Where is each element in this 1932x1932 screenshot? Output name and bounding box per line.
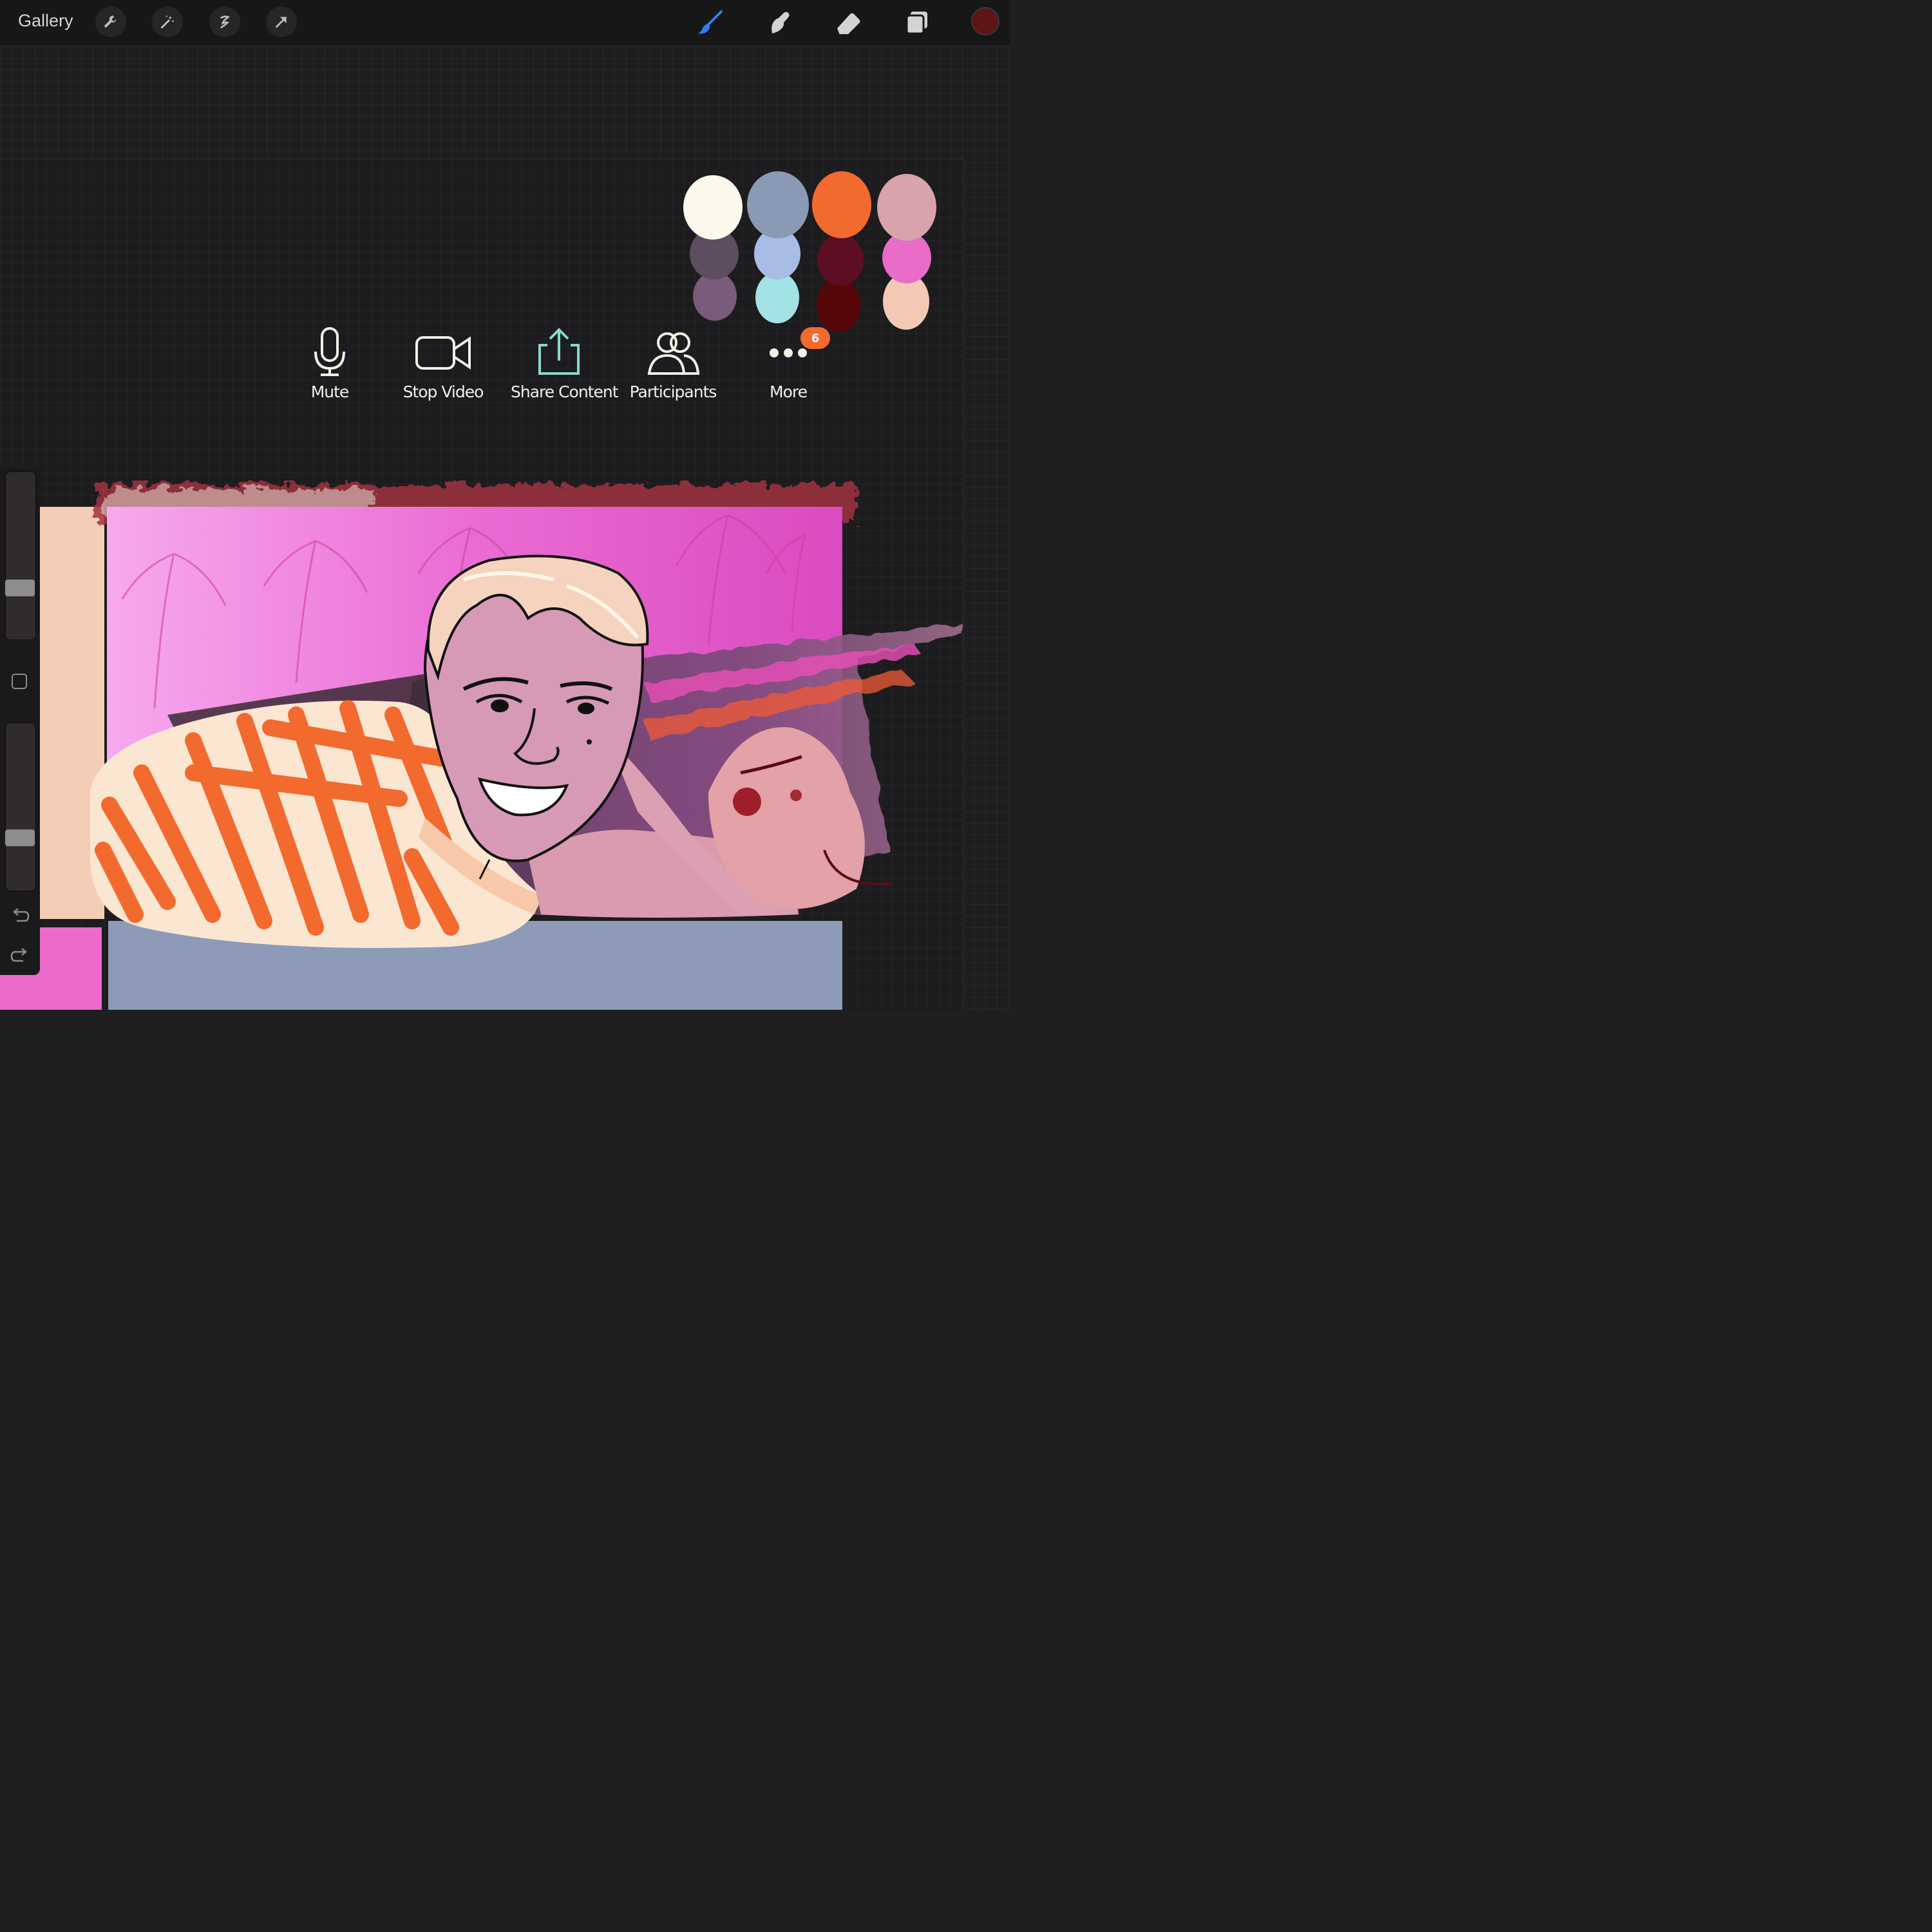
palette-swatch[interactable] [817, 278, 860, 332]
artwork-canvas[interactable] [0, 0, 1010, 1010]
redo-icon[interactable] [10, 945, 30, 965]
mute-button[interactable]: Mute [281, 326, 378, 401]
microphone-icon [314, 327, 345, 376]
stop-video-label: Stop Video [402, 383, 484, 401]
share-content-button[interactable]: Share Content [511, 326, 619, 401]
opacity-slider[interactable] [5, 723, 36, 891]
participants-button[interactable]: Participants [625, 326, 721, 401]
participants-label: Participants [629, 383, 717, 401]
brush-size-thumb[interactable] [5, 580, 35, 597]
brush-size-slider[interactable] [5, 471, 36, 640]
color-palette[interactable] [683, 171, 936, 332]
notification-badge: 6 [800, 327, 830, 349]
palette-swatch[interactable] [812, 171, 871, 238]
palette-swatch[interactable] [747, 171, 809, 238]
stop-video-button[interactable]: Stop Video [395, 326, 491, 401]
participants-icon [647, 332, 700, 375]
palette-swatch[interactable] [683, 175, 743, 240]
undo-icon[interactable] [10, 905, 30, 925]
palette-swatch[interactable] [877, 174, 936, 241]
square-icon[interactable] [12, 674, 27, 689]
opacity-thumb[interactable] [5, 829, 35, 847]
mute-label: Mute [310, 383, 350, 401]
share-icon [538, 328, 580, 375]
palette-swatch[interactable] [817, 234, 864, 286]
share-content-label: Share Content [511, 383, 619, 401]
video-camera-icon [415, 336, 471, 370]
more-label: More [770, 383, 808, 401]
